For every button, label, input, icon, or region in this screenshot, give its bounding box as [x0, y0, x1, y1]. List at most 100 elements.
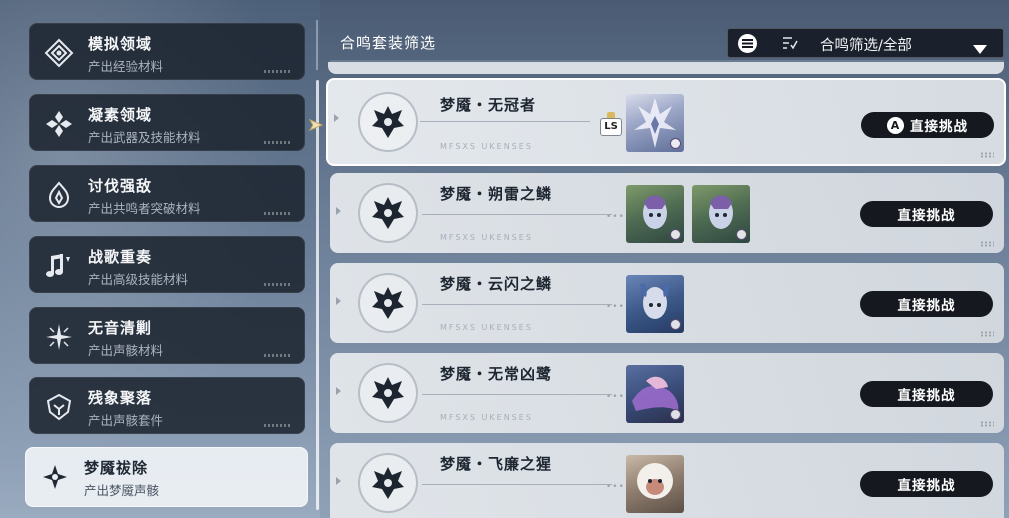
echo-portrait-impermanence-heron [626, 365, 684, 423]
decorative-dots [264, 283, 292, 286]
sidebar-item-subtitle: 产出经验材料 [88, 59, 164, 74]
scrollbar[interactable] [316, 80, 319, 510]
row-subtitle: MFSXS UKENSES [440, 323, 533, 332]
nightmare-star-icon [38, 460, 72, 494]
nightmare-crest-icon [358, 363, 418, 423]
echo-set-filter-dropdown[interactable]: 合鸣筛选/全部 [727, 28, 1004, 58]
row-arrow-icon [336, 477, 341, 485]
sidebar-item-title: 讨伐强敌 [88, 177, 153, 195]
challenge-label: 直接挑战 [897, 208, 956, 224]
nightmare-crest-icon [358, 183, 418, 243]
row-subtitle: MFSXS UKENSES [440, 142, 533, 151]
sidebar-item-subtitle: 产出梦魇声骸 [84, 483, 160, 498]
echo-portrait-thundering-mephis [626, 185, 684, 243]
decorative-dots [264, 212, 292, 215]
sidebar-item-simulation-domain[interactable]: 模拟领域 产出经验材料 [29, 23, 305, 80]
decorative-dots [264, 141, 292, 144]
row-title: 梦魇・飞廉之猩 [440, 455, 553, 473]
element-badge-icon [670, 138, 681, 149]
decorative-dots [980, 241, 994, 247]
crystal-cluster-icon [42, 107, 76, 141]
filter-sort-icon [782, 35, 798, 55]
direct-challenge-button[interactable]: 直接挑战 [860, 471, 993, 497]
page-title: 合鸣套装筛选 [340, 34, 437, 52]
row-divider [420, 121, 590, 122]
ls-badge: LS [600, 118, 622, 136]
row-divider [422, 394, 612, 395]
row-title: 梦魇・云闪之鳞 [440, 275, 553, 293]
challenge-label: 直接挑战 [897, 478, 956, 494]
decorative-dots [980, 152, 994, 158]
decorative-dots [980, 331, 994, 337]
nightmare-crest-icon [358, 453, 418, 513]
nightmare-crest-icon [358, 273, 418, 333]
decorative-dots [264, 424, 292, 427]
challenge-label: 直接挑战 [897, 388, 956, 404]
divider-top [316, 20, 318, 70]
list-item-nightmare-impermanence-heron[interactable]: ••• 梦魇・无常凶鹭 MFSXS UKENSES 直接挑战 [330, 353, 1004, 433]
row-divider-dots: ••• [606, 392, 625, 402]
sidebar-item-title: 无音清剿 [88, 319, 153, 337]
music-note-icon [42, 249, 76, 283]
row-divider-dots: ••• [606, 302, 625, 312]
list-item-nightmare-thundering-mephis[interactable]: ••• 梦魇・朔雷之鳞 MFSXS UKENSES 直接挑战 [330, 173, 1004, 253]
list-item-partial [328, 62, 1004, 74]
sidebar-item-title: 凝素领域 [88, 106, 153, 124]
sidebar-item-subtitle: 产出共鸣者突破材料 [88, 201, 201, 216]
row-divider [422, 304, 612, 305]
decorative-dots [264, 354, 292, 357]
row-arrow-icon [336, 207, 341, 215]
sidebar-item-subtitle: 产出高级技能材料 [88, 272, 189, 287]
sidebar-item-tacet-suppression[interactable]: 无音清剿 产出声骸材料 [29, 307, 305, 364]
sidebar-item-echo-settlement[interactable]: 残象聚落 产出声骸套件 [29, 377, 305, 434]
row-arrow-icon [336, 297, 341, 305]
direct-challenge-button[interactable]: 直接挑战 [860, 381, 993, 407]
sidebar-item-title: 模拟领域 [88, 35, 153, 53]
sidebar-item-nightmare-purification[interactable]: 梦魇祓除 产出梦魇声骸 [25, 447, 308, 507]
decorative-dots [264, 70, 292, 73]
row-title: 梦魇・无常凶鹭 [440, 365, 553, 383]
row-divider-dots: ••• [606, 482, 625, 492]
sidebar-item-title: 梦魇祓除 [84, 459, 149, 477]
echo-portrait-crownless [626, 94, 684, 152]
sidebar-item-subtitle: 产出武器及技能材料 [88, 130, 201, 145]
a-key-icon: A [887, 116, 904, 134]
row-arrow-icon [336, 387, 341, 395]
sidebar-item-title: 残象聚落 [88, 389, 153, 407]
sidebar-item-forgery-domain[interactable]: 凝素领域 产出武器及技能材料 [29, 94, 305, 151]
row-subtitle: MFSXS UKENSES [440, 233, 533, 242]
challenge-label: 直接挑战 [897, 298, 956, 314]
sidebar-item-weekly-challenge[interactable]: 战歌重奏 产出高级技能材料 [29, 236, 305, 293]
list-item-nightmare-crownless[interactable]: 梦魇・无冠者 MFSXS UKENSES LS A 直接挑战 [326, 78, 1006, 166]
mask-crest-icon [42, 390, 76, 424]
diamond-grid-icon [42, 36, 76, 70]
sidebar-item-title: 战歌重奏 [88, 248, 153, 266]
row-subtitle: MFSXS UKENSES [440, 413, 533, 422]
nightmare-crest-icon [358, 92, 418, 152]
element-badge-icon [736, 229, 747, 240]
direct-challenge-button[interactable]: 直接挑战 [860, 291, 993, 317]
list-item-nightmare-feilian-beringal[interactable]: ••• 梦魇・飞廉之猩 直接挑战 [330, 443, 1004, 518]
row-divider [422, 214, 612, 215]
row-arrow-icon [334, 114, 339, 122]
row-divider [422, 484, 612, 485]
filter-label: 合鸣筛选/全部 [820, 38, 912, 54]
echo-portrait-thundering-mephis-variant [692, 185, 750, 243]
decorative-dots [980, 421, 994, 427]
direct-challenge-button[interactable]: 直接挑战 [860, 201, 993, 227]
challenge-label: 直接挑战 [910, 119, 968, 135]
sidebar: 模拟领域 产出经验材料 凝素领域 产出武器及技能材料 讨伐强敌 产出共鸣者突破材… [0, 0, 320, 518]
sidebar-item-subtitle: 产出声骸材料 [88, 343, 164, 358]
list-item-nightmare-tempest-mephis[interactable]: ••• 梦魇・云闪之鳞 MFSXS UKENSES 直接挑战 [330, 263, 1004, 343]
starburst-icon [42, 320, 76, 354]
echo-portrait-feilian-beringal [626, 455, 684, 513]
sidebar-item-boss-challenge[interactable]: 讨伐强敌 产出共鸣者突破材料 [29, 165, 305, 222]
flame-crest-icon [42, 178, 76, 212]
direct-challenge-button[interactable]: A 直接挑战 [861, 112, 994, 138]
echo-portrait-tempest-mephis [626, 275, 684, 333]
row-title: 梦魇・朔雷之鳞 [440, 185, 553, 203]
menu-list-icon [738, 34, 757, 53]
element-badge-icon [670, 319, 681, 330]
row-divider-dots: ••• [606, 212, 625, 222]
row-title: 梦魇・无冠者 [440, 96, 537, 114]
